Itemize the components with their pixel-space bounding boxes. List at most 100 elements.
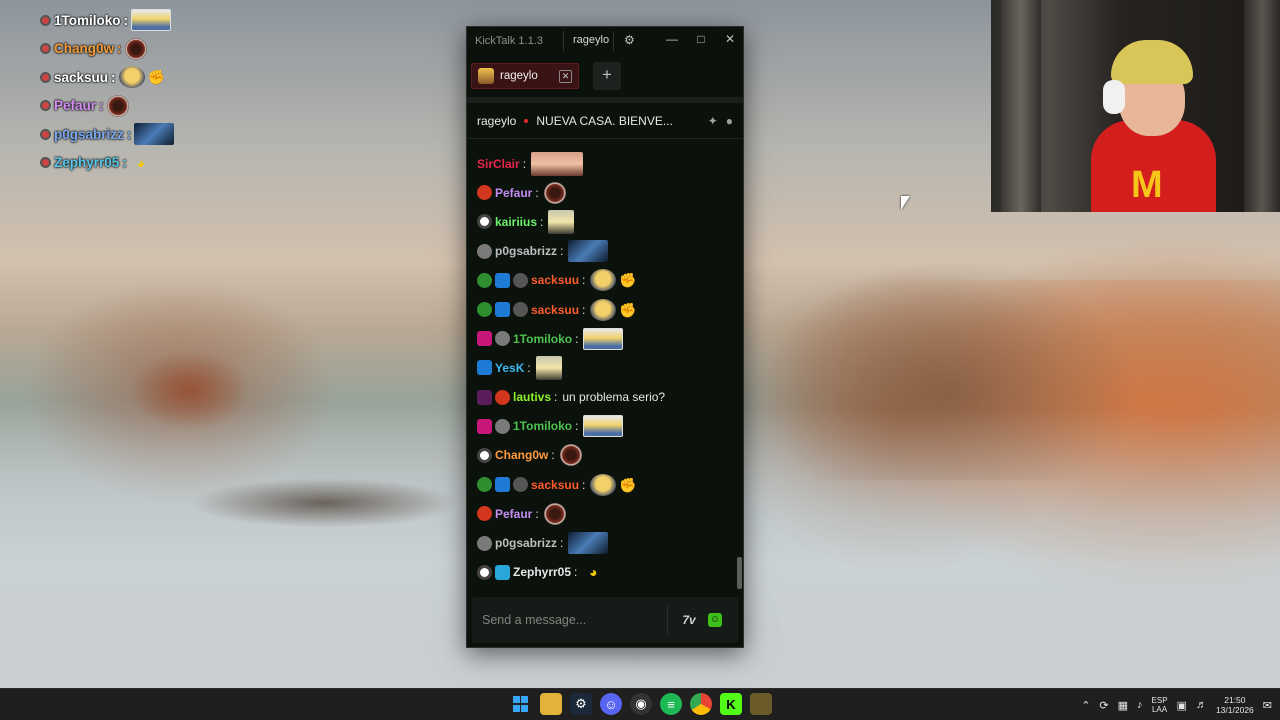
file-explorer-icon[interactable]: [540, 693, 562, 715]
green-badge-icon[interactable]: [477, 272, 492, 288]
network-icon[interactable]: ▣: [1177, 699, 1187, 712]
chat-message[interactable]: Pefaur:: [467, 178, 737, 207]
ring-badge-icon[interactable]: [477, 447, 492, 463]
chat-message[interactable]: 1Tomiloko:: [467, 324, 737, 353]
red-badge-icon[interactable]: [495, 389, 510, 405]
minimize-icon[interactable]: —: [663, 32, 681, 46]
app-icon[interactable]: [750, 693, 772, 715]
chat-username[interactable]: Pefaur: [495, 186, 532, 200]
chat-message[interactable]: p0gsabrizz:: [467, 237, 737, 266]
chat-username[interactable]: Pefaur: [495, 507, 532, 521]
obs-icon[interactable]: ◉: [630, 693, 652, 715]
close-icon[interactable]: ✕: [721, 32, 739, 46]
kick-emote-icon[interactable]: ☺: [702, 607, 728, 633]
gear-icon[interactable]: ⚙: [624, 33, 635, 47]
microphone-icon[interactable]: ♪: [1137, 699, 1143, 711]
chat-username[interactable]: YesK: [495, 361, 524, 375]
chat-username[interactable]: sacksuu: [531, 303, 579, 317]
badge-icon: [40, 43, 51, 55]
blue-badge-icon[interactable]: [495, 477, 510, 493]
chat-message[interactable]: kairiius:: [467, 207, 737, 236]
notification-icon[interactable]: ✉: [1263, 699, 1272, 712]
red-badge-icon[interactable]: [477, 185, 492, 201]
chat-message[interactable]: Pefaur:: [467, 499, 737, 528]
ring-badge-icon[interactable]: [477, 564, 492, 580]
chat-username[interactable]: SirClair: [477, 157, 520, 171]
tab-rageylo[interactable]: rageylo ✕: [471, 63, 579, 89]
vip-badge-icon[interactable]: [477, 389, 492, 405]
chat-messages[interactable]: SirClair: Pefaur: kairiius: p0gsabrizz: sack…: [467, 149, 737, 595]
7tv-icon[interactable]: 7v: [676, 607, 702, 633]
separator: :: [527, 360, 531, 375]
blue-badge-icon[interactable]: [495, 302, 510, 318]
green-badge-icon[interactable]: [477, 302, 492, 318]
chat-username[interactable]: Chang0w: [495, 448, 548, 462]
grey-badge-icon[interactable]: [513, 302, 528, 318]
clock[interactable]: 21:50 13/1/2026: [1216, 695, 1254, 715]
grey-badge-icon[interactable]: [513, 477, 528, 493]
steam-icon[interactable]: ⚙: [570, 693, 592, 715]
language-indicator[interactable]: ESP LAA: [1152, 696, 1168, 714]
blue-badge-icon[interactable]: [477, 360, 492, 376]
title-bar[interactable]: KickTalk 1.1.3 rageylo ⚙ — □ ✕: [467, 27, 743, 55]
chat-username[interactable]: p0gsabrizz: [495, 536, 557, 550]
user-icon[interactable]: ●: [726, 114, 733, 128]
chrome-icon[interactable]: [690, 693, 712, 715]
chat-username[interactable]: Zephyrr05: [513, 565, 571, 579]
message-input[interactable]: [482, 613, 659, 627]
ring-badge-icon[interactable]: [477, 214, 492, 230]
chat-username[interactable]: 1Tomiloko: [513, 419, 572, 433]
sync-icon[interactable]: ⟳: [1099, 699, 1108, 712]
chat-username[interactable]: sacksuu: [531, 273, 579, 287]
donut-emote-icon: [543, 181, 566, 204]
green-badge-icon[interactable]: [477, 477, 492, 493]
chat-message[interactable]: sacksuu: ✊: [467, 266, 737, 295]
channel-name[interactable]: rageylo: [477, 114, 516, 128]
chat-message[interactable]: p0gsabrizz:: [467, 528, 737, 557]
grey-badge-icon[interactable]: [513, 272, 528, 288]
plus-icon[interactable]: +: [593, 62, 621, 90]
separator: :: [540, 214, 544, 229]
chat-message[interactable]: SirClair:: [467, 149, 737, 178]
kicktalk-taskbar-icon[interactable]: K: [720, 693, 742, 715]
separator: :: [554, 390, 558, 405]
spotify-icon[interactable]: ≡: [660, 693, 682, 715]
chat-message[interactable]: sacksuu: ✊: [467, 295, 737, 324]
chat-message[interactable]: lautivs: un problema serio?: [467, 383, 737, 412]
overlay-message: Zephyrr05: ◕: [40, 149, 240, 178]
portrait-emote-icon: [531, 151, 584, 176]
discord-icon[interactable]: ☺: [600, 693, 622, 715]
blue-badge-icon[interactable]: [495, 272, 510, 288]
cube-badge-icon[interactable]: [495, 564, 510, 580]
muscle-emote-icon: ✊: [619, 476, 637, 493]
red-badge-icon[interactable]: [477, 506, 492, 522]
pin-icon[interactable]: ✦: [708, 114, 718, 128]
chevron-up-icon[interactable]: ⌃: [1081, 699, 1090, 712]
chat-message[interactable]: sacksuu: ✊: [467, 470, 737, 499]
chat-username[interactable]: sacksuu: [531, 478, 579, 492]
pink-badge-icon[interactable]: [477, 331, 492, 347]
logged-in-user[interactable]: rageylo: [573, 34, 609, 46]
skull-badge-icon[interactable]: [477, 535, 492, 551]
system-tray: ⌃ ⟳ ▦ ♪ ESP LAA ▣ ♬ 21:50 13/1/2026 ✉: [1081, 689, 1272, 720]
chat-message[interactable]: Chang0w:: [467, 441, 737, 470]
maximize-icon[interactable]: □: [692, 32, 710, 46]
close-icon[interactable]: ✕: [559, 69, 572, 83]
pink-badge-icon[interactable]: [477, 418, 492, 434]
chat-username[interactable]: lautivs: [513, 390, 551, 404]
skull-badge-icon[interactable]: [495, 418, 510, 434]
windows-start-icon[interactable]: [510, 693, 532, 715]
chat-message[interactable]: 1Tomiloko:: [467, 412, 737, 441]
skull-badge-icon[interactable]: [477, 243, 492, 259]
scrollbar[interactable]: [737, 557, 742, 589]
chat-message[interactable]: Zephyrr05: ◕: [467, 558, 737, 587]
skull-badge-icon[interactable]: [495, 331, 510, 347]
chat-username[interactable]: 1Tomiloko: [513, 332, 572, 346]
chat-message[interactable]: YesK:: [467, 353, 737, 382]
security-icon[interactable]: ▦: [1118, 699, 1128, 712]
separator: :: [575, 419, 579, 434]
volume-icon[interactable]: ♬: [1196, 699, 1207, 711]
chat-username[interactable]: p0gsabrizz: [495, 244, 557, 258]
chat-username[interactable]: kairiius: [495, 215, 537, 229]
overlay-username: Chang0w: [54, 41, 115, 57]
